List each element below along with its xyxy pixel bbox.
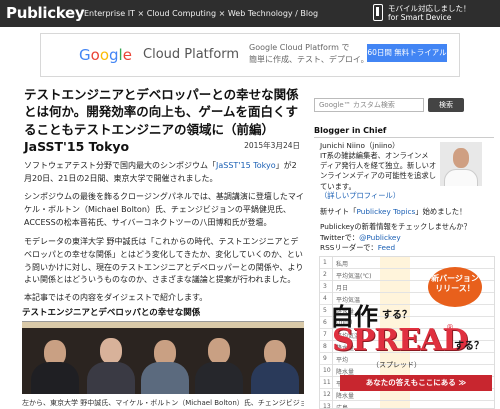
article-date: 2015年3月24日	[244, 141, 300, 150]
sheet-row-number: 10	[323, 367, 331, 374]
page: Publickey Enterprise IT × Cloud Computin…	[0, 0, 500, 409]
rss-follow: RSSリーダーで：Feed	[320, 243, 395, 254]
photo-caption: 左から、東京大学 野中誠氏、マイケル・ボルトン（Michael Bolton）氏…	[22, 399, 304, 407]
sheet-row: 13 広島	[320, 401, 494, 409]
ad-text-line2: 簡単に作成、テスト、デプロイ。	[249, 55, 369, 64]
panelist-figure	[194, 334, 244, 394]
smart-device-text: for Smart Device	[388, 13, 452, 22]
sheet-row-number: 1	[323, 259, 327, 266]
cloud-platform-logo: Cloud Platform	[143, 47, 240, 62]
blogger-heading: Blogger in Chief	[314, 126, 494, 138]
new-version-badge: 新バージョン リリース！	[428, 267, 482, 307]
author-avatar	[440, 142, 482, 186]
author-description-line1: IT系の雑誌編集者、オンラインメ	[320, 151, 429, 160]
google-logo-letter: G	[79, 46, 91, 64]
google-logo-letter: o	[99, 46, 109, 64]
spread-cta-button[interactable]: あなたの答えもここにある ≫	[340, 375, 492, 391]
sheet-row: 1 私用	[320, 257, 494, 269]
sheet-row-label: 広島	[336, 405, 349, 409]
author-description-line3: ンラインメディアの可能性を追求しています。	[320, 171, 437, 191]
registered-mark: ®	[446, 323, 454, 332]
article-paragraph-1: ソフトウェアテスト分野で国内最大のシンポジウム「JaSST'15 Tokyo」が…	[24, 160, 304, 186]
sheet-row-number: 2	[323, 271, 327, 278]
google-cloud-ad-banner[interactable]: Google Cloud Platform Google Cloud Platf…	[40, 33, 460, 77]
article-paragraph-4: 本記事ではその内容をダイジェストで紹介します。	[24, 293, 208, 302]
sheet-row-number: 11	[323, 379, 331, 386]
sheet-row-number: 8	[323, 343, 327, 350]
panelist-figure	[250, 334, 300, 394]
sheet-row-number: 9	[323, 355, 327, 362]
panelist-figure	[86, 334, 136, 394]
sheet-row-number: 5	[323, 307, 327, 314]
site-tagline: Enterprise IT × Cloud Computing × Web Te…	[84, 9, 319, 18]
sheet-row-label: 降水量	[336, 393, 355, 400]
sheet-row-number: 6	[323, 319, 327, 326]
newsletter-text: Publickeyの新着情報をチェックしませんか？	[320, 222, 471, 231]
rss-feed-link[interactable]: Feed	[378, 243, 395, 252]
spread-kana: （スプレッド）	[372, 361, 421, 369]
sheet-row-label: 月日	[336, 285, 349, 292]
sheet-row-number: 13	[323, 403, 331, 409]
mobile-support-link[interactable]: モバイル対応しました！ for Smart Device	[371, 3, 493, 24]
profile-link-text[interactable]: （詳しいプロフィール）	[320, 191, 400, 200]
google-logo-letter: e	[122, 46, 132, 64]
sheet-row-label: 平均気温(℃)	[336, 273, 372, 280]
google-logo: Google	[79, 46, 132, 64]
section-heading: テストエンジニアとデベロッパとの幸せな関係	[22, 306, 304, 322]
top-header-bar: Publickey Enterprise IT × Cloud Computin…	[0, 0, 500, 27]
twitter-link[interactable]: @Publickey	[359, 233, 401, 242]
rss-label: RSSリーダーで：	[320, 243, 378, 252]
author-description-line2: ディア発行人を経て独立。新しいオ	[320, 161, 437, 170]
spread-question-1-suffix: する？	[382, 310, 412, 321]
spread-question-2: する？	[454, 341, 484, 352]
new-site-text: 新サイト「	[320, 207, 357, 216]
new-site-text-after: 」始めました！	[415, 207, 467, 216]
smartphone-icon	[373, 4, 383, 21]
panel-photo	[22, 322, 304, 394]
twitter-follow: Twitterで：@Publickey	[320, 233, 401, 244]
sheet-row-number: 7	[323, 331, 327, 338]
google-logo-letter: o	[90, 46, 100, 64]
jasst-link[interactable]: JaSST'15 Tokyo	[216, 161, 276, 170]
new-site-notice: 新サイト「Publickey Topics」始めました！	[320, 207, 466, 218]
search-button[interactable]: 検索	[428, 98, 464, 112]
spread-ad-banner[interactable]: 1 私用 2 平均気温(℃) 3 月日 4 平均気温 5 降水量 6 (mm) 7 平均気温 8 降水量 9 平均…	[319, 256, 495, 409]
author-name: Junichi Niino（jniino）	[320, 141, 400, 150]
google-logo-letter: g	[109, 46, 119, 64]
twitter-label: Twitterで：	[320, 233, 360, 242]
site-logo[interactable]: Publickey	[6, 4, 85, 22]
publickey-topics-link[interactable]: Publickey Topics	[356, 207, 415, 216]
search-input[interactable]: Google™ カスタム検索	[314, 98, 424, 112]
sheet-row-number: 12	[323, 391, 331, 398]
photo-backdrop-banner	[22, 322, 304, 328]
panelist-figure	[30, 334, 80, 394]
panelist-figure	[140, 334, 190, 394]
sheet-row-label: 私用	[336, 261, 349, 268]
article-paragraph-2: シンポジウムの最後を飾るクロージングパネルでは、基調講演に登壇したマイケル・ボル…	[24, 192, 304, 227]
p1-text-before: ソフトウェアテスト分野で国内最大のシンポジウム「	[24, 161, 216, 170]
profile-link[interactable]: （詳しいプロフィール）	[320, 191, 400, 202]
article-paragraph-3: モデレータの東洋大学 野中誠氏は「これからの時代、テストエンジニアとデベロッパと…	[24, 237, 304, 285]
free-trial-button[interactable]: 60日間 無料トライアル	[367, 44, 447, 62]
sheet-row-number: 4	[323, 295, 327, 302]
sheet-row-number: 3	[323, 283, 327, 290]
ad-text-line1: Google Cloud Platform で	[249, 43, 350, 52]
